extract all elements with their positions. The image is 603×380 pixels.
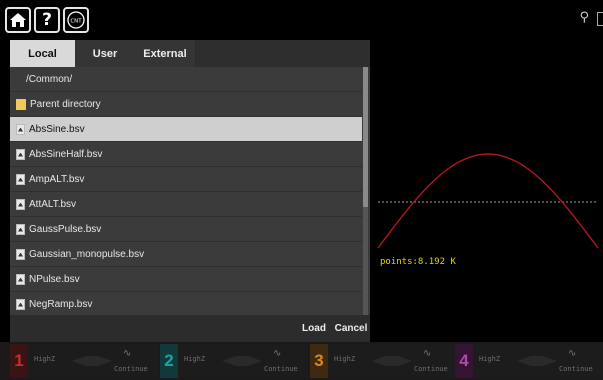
- channel-impedance: HighZ: [34, 355, 56, 363]
- channel-deco-icon: [222, 356, 262, 366]
- tab-user[interactable]: User: [75, 40, 135, 67]
- channel-impedance: HighZ: [184, 355, 206, 363]
- list-item-label: NPulse.bsv: [29, 273, 80, 285]
- cnt-label: CNT: [70, 19, 82, 25]
- sine-icon: ∿: [273, 348, 282, 359]
- channel-mode: Continue: [264, 365, 298, 373]
- list-item-label: AbsSineHalf.bsv: [29, 148, 103, 160]
- cnt-button[interactable]: CNT: [63, 7, 89, 33]
- channel-4[interactable]: 4 HighZ ∿ Continue: [455, 344, 603, 378]
- list-item-label: GaussPulse.bsv: [29, 223, 102, 235]
- list-item[interactable]: NegRamp.bsv: [10, 292, 362, 317]
- sine-icon: ∿: [568, 348, 577, 359]
- list-item-label: AmpALT.bsv: [29, 173, 85, 185]
- list-item[interactable]: GaussPulse.bsv: [10, 217, 362, 242]
- browser-actions: Load Cancel: [10, 315, 370, 342]
- sine-icon: ∿: [423, 348, 432, 359]
- load-button[interactable]: Load: [298, 315, 330, 342]
- channel-3[interactable]: 3 HighZ ∿ Continue: [310, 344, 458, 378]
- file-icon: [16, 123, 25, 135]
- list-item-label: Gaussian_monopulse.bsv: [29, 248, 145, 260]
- channel-mode: Continue: [414, 365, 448, 373]
- home-icon[interactable]: [5, 7, 31, 33]
- file-list-scrollbar[interactable]: [363, 67, 368, 315]
- list-item[interactable]: AmpALT.bsv: [10, 167, 362, 192]
- channel-impedance: HighZ: [334, 355, 356, 363]
- help-label: ?: [42, 10, 52, 30]
- list-item[interactable]: NPulse.bsv: [10, 267, 362, 292]
- waveform-preview: points:8.192 K: [372, 40, 603, 342]
- list-item[interactable]: AbsSine.bsv: [10, 117, 362, 142]
- list-item-parent-directory[interactable]: Parent directory: [10, 92, 362, 117]
- channel-1[interactable]: 1 HighZ ∿ Continue: [10, 344, 158, 378]
- channel-mode: Continue: [559, 365, 593, 373]
- cancel-button[interactable]: Cancel: [332, 315, 370, 342]
- file-list: /Common/ Parent directory AbsSine.bsv Ab…: [10, 67, 362, 317]
- list-item-label: AttALT.bsv: [29, 198, 77, 210]
- list-item-label: Parent directory: [30, 98, 101, 110]
- points-readout: points:8.192 K: [380, 257, 456, 267]
- file-icon: [16, 273, 25, 285]
- list-item-label: AbsSine.bsv: [29, 123, 85, 135]
- list-item[interactable]: AttALT.bsv: [10, 192, 362, 217]
- top-bar: ? CNT ⚲: [0, 0, 603, 40]
- current-path: /Common/: [10, 67, 362, 92]
- channel-number: 2: [160, 344, 178, 378]
- waveform-plot: [377, 153, 599, 249]
- list-item[interactable]: Gaussian_monopulse.bsv: [10, 242, 362, 267]
- folder-icon: [16, 98, 26, 110]
- file-icon: [16, 298, 25, 310]
- channel-impedance: HighZ: [479, 355, 501, 363]
- waveform-trace: [377, 153, 599, 249]
- channel-deco-icon: [72, 356, 112, 366]
- tab-local[interactable]: Local: [10, 40, 75, 67]
- channel-number: 1: [10, 344, 28, 378]
- file-browser: Local User External /Common/ Parent dire…: [10, 40, 370, 342]
- help-button[interactable]: ?: [34, 7, 60, 33]
- file-icon: [16, 248, 25, 260]
- file-icon: [16, 223, 25, 235]
- sine-icon: ∿: [123, 348, 132, 359]
- channel-mode: Continue: [114, 365, 148, 373]
- scrollbar-thumb[interactable]: [363, 67, 368, 207]
- channel-deco-icon: [372, 356, 412, 366]
- storage-tabs: Local User External: [10, 40, 370, 67]
- channel-2[interactable]: 2 HighZ ∿ Continue: [160, 344, 308, 378]
- list-item-label: NegRamp.bsv: [29, 298, 93, 310]
- list-item[interactable]: AbsSineHalf.bsv: [10, 142, 362, 167]
- tab-external[interactable]: External: [135, 40, 195, 67]
- channel-number: 3: [310, 344, 328, 378]
- channel-number: 4: [455, 344, 473, 378]
- channel-bar: 1 HighZ ∿ Continue 2 HighZ ∿ Continue 3 …: [0, 342, 603, 380]
- channel-deco-icon: [517, 356, 557, 366]
- usb-icon: ⚲: [579, 10, 589, 25]
- file-icon: [16, 173, 25, 185]
- file-icon: [16, 198, 25, 210]
- file-icon: [16, 148, 25, 160]
- battery-icon: [597, 12, 603, 26]
